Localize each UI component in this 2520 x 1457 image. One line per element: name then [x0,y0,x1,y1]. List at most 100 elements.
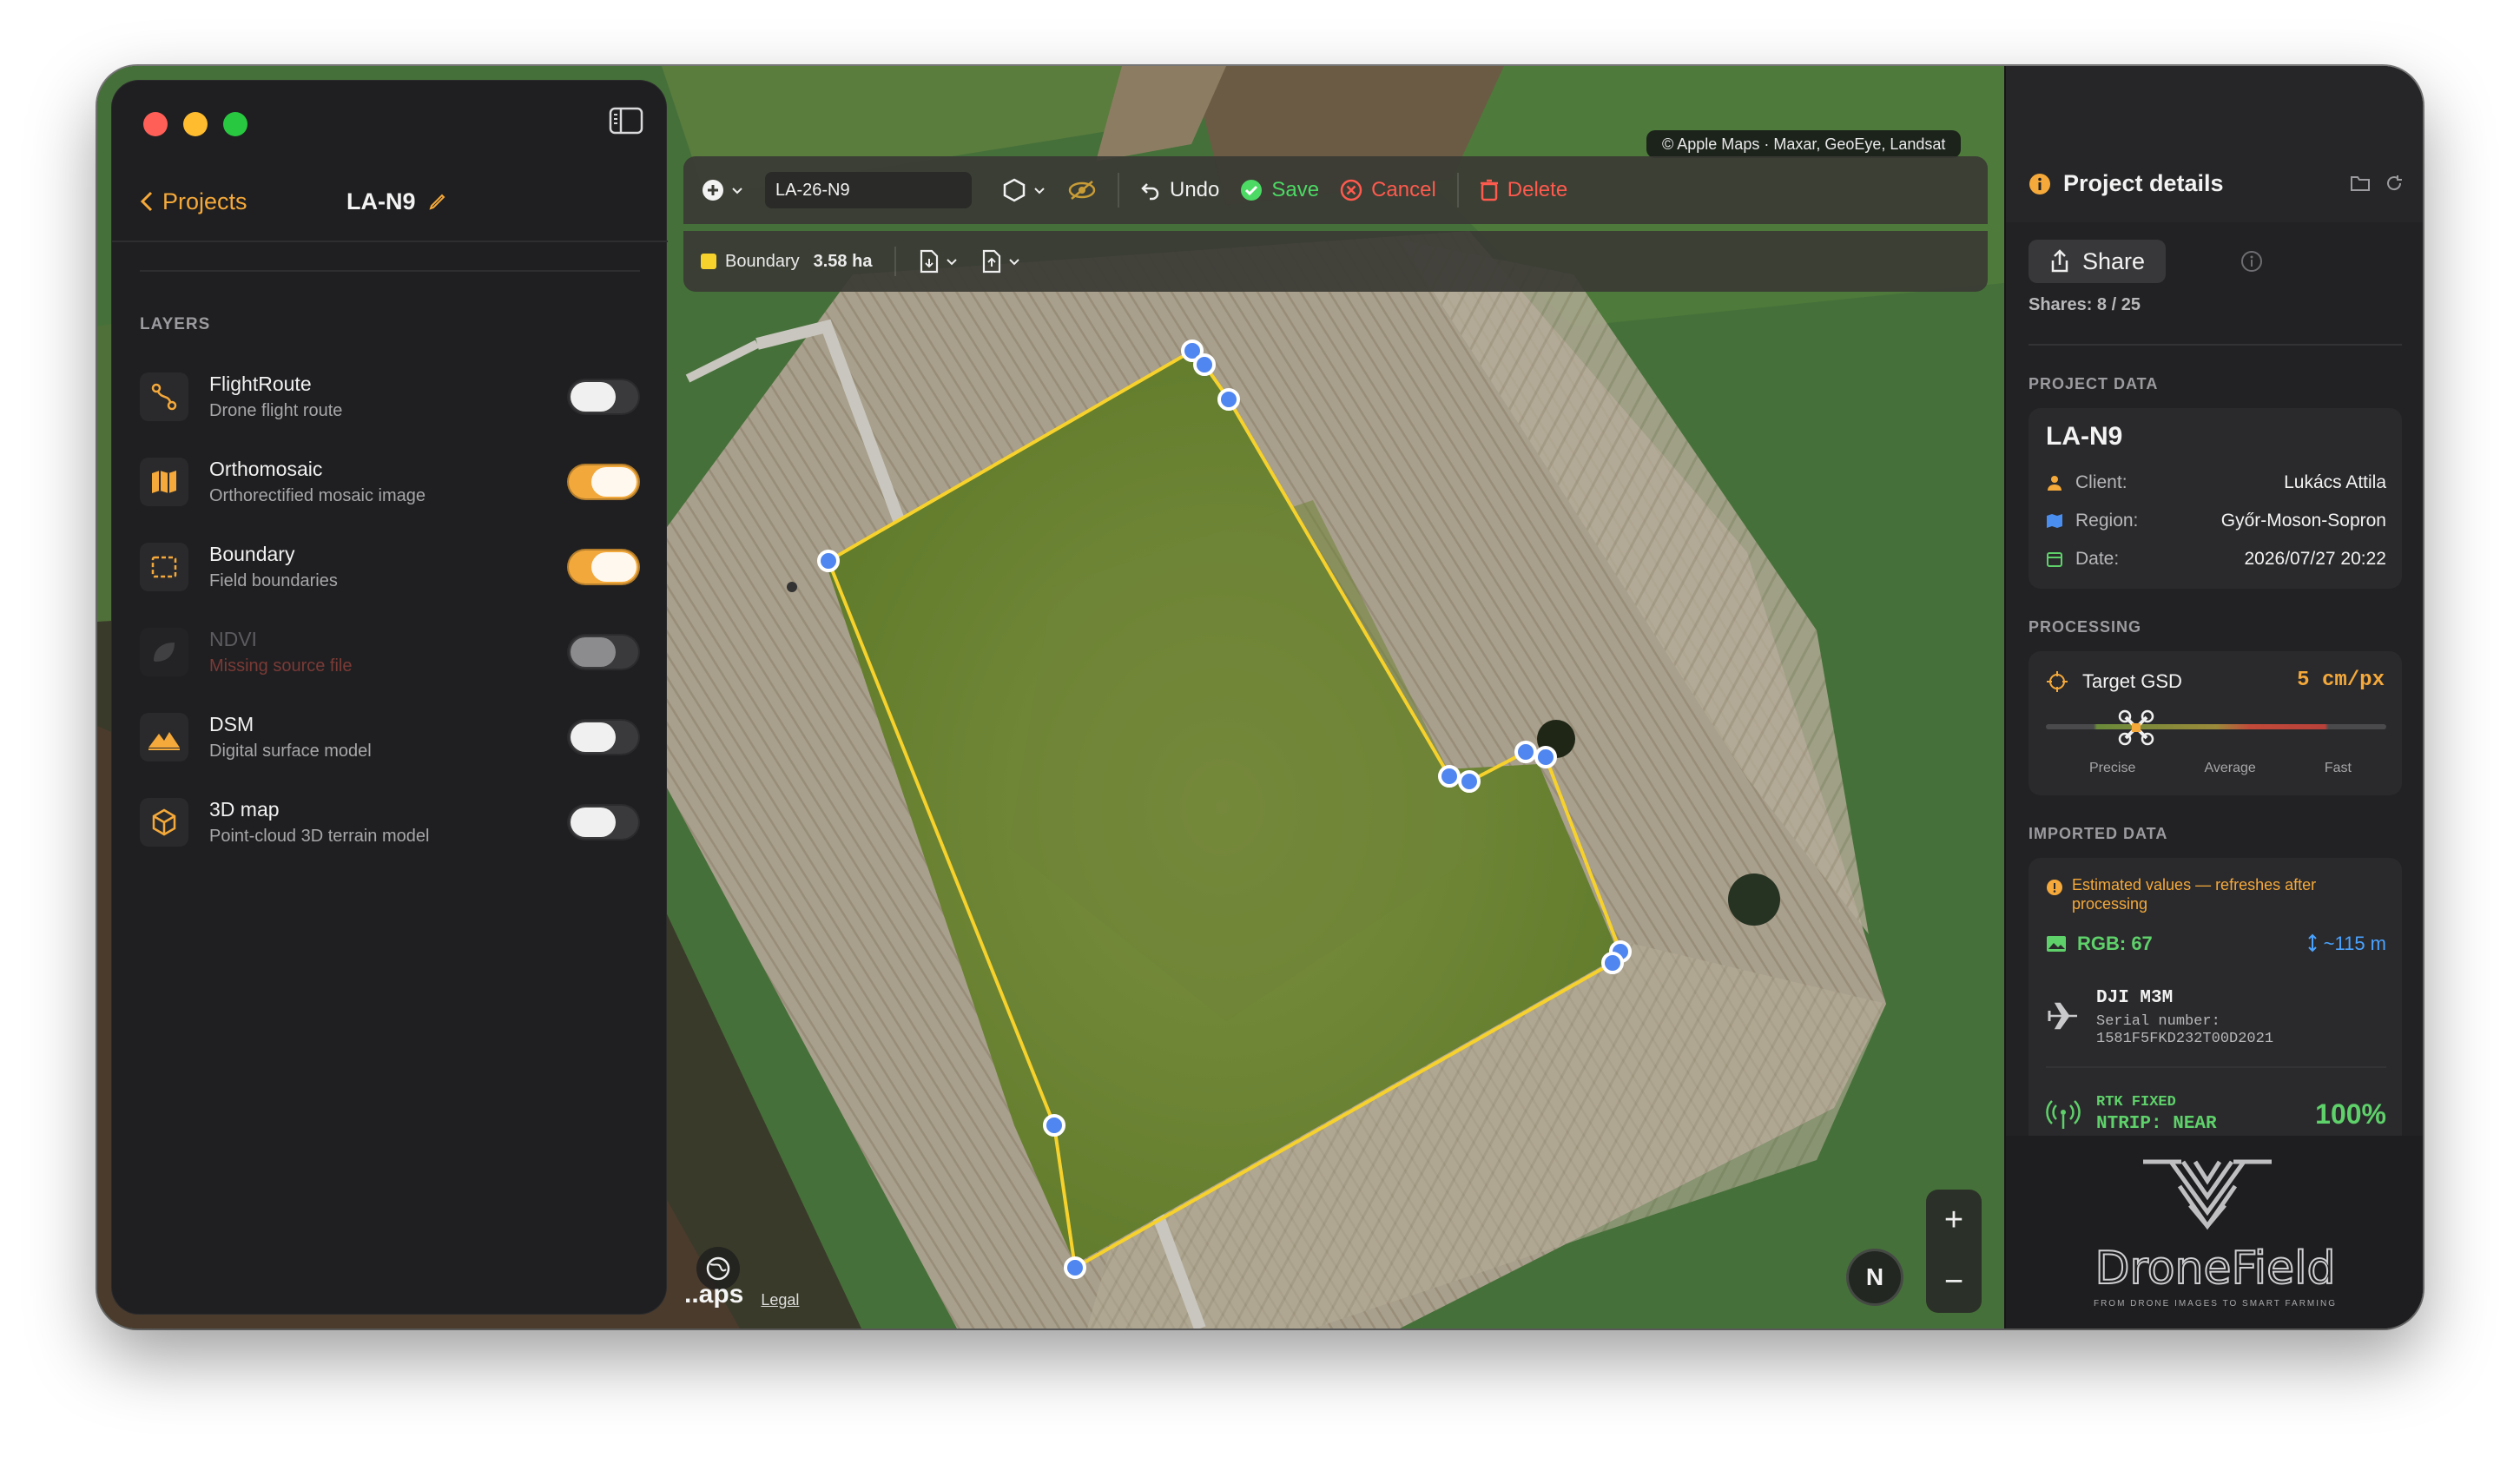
share-button[interactable]: Share [2029,240,2167,283]
undo-button[interactable]: Undo [1140,178,1219,202]
folder-icon[interactable] [2350,174,2371,193]
boundary-color-swatch [701,254,716,269]
layer-item-3d-map[interactable]: 3D map Point-cloud 3D terrain model [140,788,640,857]
minimize-window-button[interactable] [183,112,208,136]
trash-icon [1480,179,1498,201]
orthomosaic-toggle[interactable] [567,464,640,500]
projects-back-button[interactable]: Projects [140,188,247,215]
sidebar-divider [140,270,640,272]
undo-label: Undo [1170,178,1220,201]
project-title[interactable]: LA-N9 [346,188,447,215]
legal-link[interactable]: Legal [761,1291,799,1309]
pencil-icon[interactable] [428,192,447,211]
layer-description: Drone flight route [209,401,343,420]
export-menu[interactable] [981,249,1021,274]
card-divider [2046,1066,2386,1068]
layers-section-title: LAYERS [140,315,211,333]
person-icon [2048,476,2062,491]
layer-name: FlightRoute [209,372,312,395]
zoom-in-button[interactable]: + [1944,1202,1963,1239]
shape-type-menu[interactable] [1001,177,1046,203]
save-button[interactable]: Save [1240,178,1319,202]
estimate-warning: Estimated values — refreshes after proce… [2046,875,2386,913]
cancel-label: Cancel [1371,178,1436,201]
flightroute-toggle[interactable] [567,379,640,415]
estimate-warning-text: Estimated values — refreshes after proce… [2072,876,2317,913]
rgb-row: RGB: 67 ~115 m [2046,933,2386,955]
globe-icon [706,1256,730,1281]
sidebar-header: Projects LA-N9 [112,164,668,239]
window-controls [143,112,247,136]
import-menu[interactable] [919,249,959,274]
edit-toolbar: Undo Save Cancel Delete [683,156,1988,224]
zoom-out-button[interactable]: − [1944,1263,1963,1301]
add-icon [703,180,723,201]
boundary-tag[interactable]: Boundary 3.58 ha [701,252,872,272]
warning-icon [2047,880,2062,895]
dsm-toggle[interactable] [567,719,640,755]
layer-name: NDVI [209,628,257,650]
layer-item-ndvi: NDVI Missing source file [140,617,640,687]
close-window-button[interactable] [143,112,168,136]
projects-back-label: Projects [162,188,247,214]
gsd-tick-labels: Precise Average Fast [2046,761,2386,776]
map-icon [140,458,188,506]
toolbar-separator [894,247,897,276]
rtk-status-row: RTK FIXED NTRIP: NEAR 100% [2046,1094,2386,1134]
layer-item-orthomosaic[interactable]: Orthomosaic Orthorectified mosaic image [140,447,640,517]
chevron-down-icon [1009,259,1020,266]
layer-description: Missing source file [209,656,353,676]
panel-divider [2029,344,2402,346]
zoom-window-button[interactable] [223,112,247,136]
3d-map-toggle[interactable] [567,804,640,841]
delete-button[interactable]: Delete [1480,178,1567,202]
gsd-slider-track[interactable] [2046,724,2386,729]
layer-item-flightroute[interactable]: FlightRoute Drone flight route [140,362,640,432]
chevron-down-icon [732,188,742,194]
gsd-tick-precise: Precise [2089,761,2136,775]
add-shape-menu[interactable] [701,178,744,202]
layer-name: Boundary [209,543,295,565]
client-row: Client: Lukács Attila [2046,472,2386,493]
cancel-button[interactable]: Cancel [1340,178,1436,202]
layer-item-dsm[interactable]: DSM Digital surface model [140,702,640,772]
altitude-text: ~115 m [2323,933,2386,954]
sidebar-toggle-icon[interactable] [609,107,643,135]
layer-description: Digital surface model [209,742,372,761]
boundary-toggle[interactable] [567,549,640,585]
layer-description: Field boundaries [209,571,338,590]
cube-icon [140,798,188,847]
date-row: Date: 2026/07/27 20:22 [2046,549,2386,570]
compass-button[interactable]: N [1846,1249,1903,1306]
toolbar-separator [1118,173,1119,208]
leaf-icon [140,628,188,676]
x-circle-icon [1340,179,1362,201]
refresh-icon[interactable] [2385,174,2404,193]
panel-title: Project details [2029,170,2224,197]
layer-name: 3D map [209,798,280,821]
mountain-icon [140,713,188,761]
save-label: Save [1271,178,1320,201]
undo-icon [1141,183,1159,201]
brand-footer: DroneField FROM DRONE IMAGES TO SMART FA… [2006,1136,2423,1328]
layer-name: DSM [209,713,254,735]
maps-logo-text: ..aps [684,1280,744,1309]
chevron-left-icon [140,191,153,212]
gsd-label-text: Target GSD [2082,670,2182,692]
eye-slash-icon[interactable] [1067,179,1097,201]
altitude-value: ~115 m [2306,933,2386,955]
airplane-icon [2048,1002,2077,1030]
chevron-down-icon [1034,188,1045,194]
region-label: Region: [2075,511,2139,531]
drone-slider-thumb-icon[interactable] [2117,709,2155,747]
project-name: LA-N9 [2046,422,2123,451]
hexagon-icon [1003,178,1026,202]
shape-name-input[interactable] [765,172,972,208]
dronefield-logo: DroneField FROM DRONE IMAGES TO SMART FA… [2094,1159,2337,1309]
layer-description: Orthorectified mosaic image [209,486,425,505]
ndvi-toggle [567,634,640,670]
info-circle-icon[interactable] [2240,250,2263,273]
layer-item-boundary[interactable]: Boundary Field boundaries [140,532,640,602]
panel-header [2006,66,2423,222]
info-icon [2029,173,2050,194]
